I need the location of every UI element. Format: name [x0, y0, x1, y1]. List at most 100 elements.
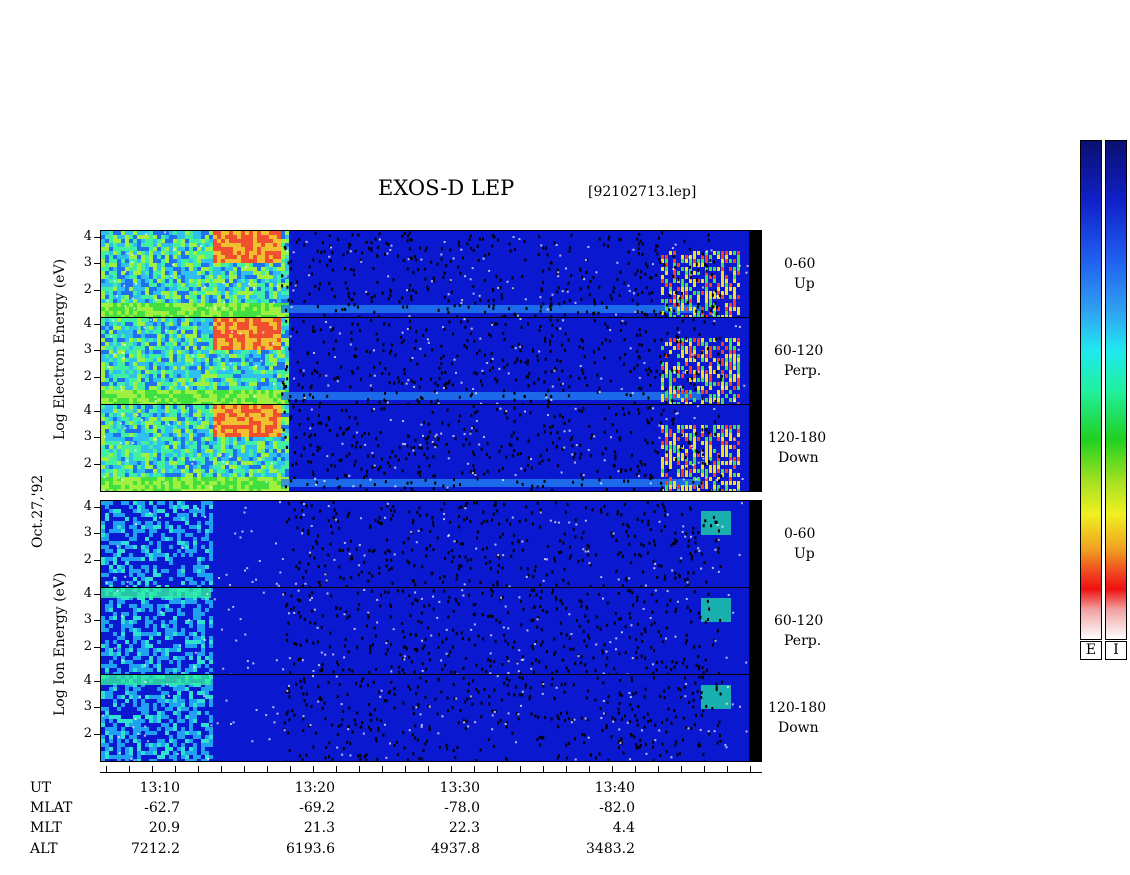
- row-label: MLAT: [30, 800, 73, 816]
- y-tick-label: 4: [83, 673, 92, 689]
- y-tick-label: 4: [83, 316, 92, 332]
- x-tick-mark: [520, 766, 521, 772]
- pitch-angle-direction: Down: [778, 720, 819, 736]
- pitch-angle-label: 0-60 Up: [784, 254, 815, 294]
- electron-colorbar: [1080, 140, 1102, 640]
- x-tick-mark: [658, 766, 659, 772]
- y-tick-mark: [94, 620, 100, 622]
- row-value: 4937.8: [431, 841, 480, 857]
- pitch-angle-direction: Up: [794, 546, 815, 562]
- colorbar-label-electron: E: [1080, 641, 1102, 660]
- pitch-angle-label: 60-120 Perp.: [774, 611, 823, 651]
- spectrogram-panel-ion-2: [100, 587, 762, 675]
- x-tick-mark: [198, 766, 199, 772]
- pitch-angle-direction: Perp.: [784, 363, 822, 379]
- y-tick-mark: [94, 681, 100, 683]
- row-label: UT: [30, 780, 52, 796]
- row-value: 4.4: [612, 820, 635, 836]
- y-tick-label: 4: [83, 229, 92, 245]
- row-value: -69.2: [299, 800, 335, 816]
- y-tick-mark: [94, 533, 100, 535]
- y-tick-mark: [94, 733, 100, 735]
- electron-axis-label: Log Electron Energy (eV): [52, 258, 68, 440]
- pitch-angle-range: 120-180: [768, 700, 827, 716]
- y-tick-label: 2: [83, 638, 92, 654]
- x-tick-mark: [612, 766, 613, 772]
- pitch-angle-direction: Up: [794, 276, 815, 292]
- chart-title: EXOS-D LEP: [378, 176, 515, 200]
- row-value: 13:10: [139, 780, 180, 796]
- row-label: MLT: [30, 820, 62, 836]
- spectrogram-panel-electron-1: [100, 230, 762, 318]
- x-axis-line: [100, 772, 762, 773]
- y-tick-mark: [94, 646, 100, 648]
- y-tick-mark: [94, 707, 100, 709]
- row-value: -82.0: [599, 800, 635, 816]
- x-tick-mark: [405, 766, 406, 772]
- pitch-angle-label: 120-180 Down: [768, 428, 826, 468]
- y-tick-mark: [94, 324, 100, 326]
- x-tick-mark: [175, 766, 176, 772]
- row-value: 7212.2: [131, 841, 180, 857]
- x-tick-mark: [313, 766, 314, 772]
- x-tick-mark: [152, 766, 153, 772]
- ion-colorbar: [1105, 140, 1127, 640]
- y-tick-label: 2: [83, 725, 92, 741]
- x-tick-mark: [359, 766, 360, 772]
- row-value: 13:30: [439, 780, 480, 796]
- x-tick-mark: [221, 766, 222, 772]
- y-tick-label: 2: [83, 455, 92, 471]
- y-tick-label: 4: [83, 499, 92, 515]
- file-name: [92102713.lep]: [588, 184, 697, 200]
- row-value: 6193.6: [286, 841, 335, 857]
- row-value: -78.0: [444, 800, 480, 816]
- colorbar-label-ion: I: [1105, 641, 1127, 660]
- x-tick-mark: [727, 766, 728, 772]
- y-tick-mark: [94, 263, 100, 265]
- x-tick-mark: [336, 766, 337, 772]
- row-value: 13:40: [594, 780, 635, 796]
- x-tick-mark: [589, 766, 590, 772]
- spectrogram-panel-electron-2: [100, 317, 762, 405]
- y-tick-label: 3: [83, 525, 92, 541]
- ion-axis-label: Log Ion Energy (eV): [52, 572, 68, 716]
- x-tick-mark: [428, 766, 429, 772]
- row-value: 21.3: [303, 820, 335, 836]
- y-tick-label: 3: [83, 699, 92, 715]
- y-tick-label: 2: [83, 551, 92, 567]
- pitch-angle-range: 0-60: [784, 526, 816, 542]
- spectrogram-panel-ion-3: [100, 674, 762, 762]
- y-tick-label: 4: [83, 403, 92, 419]
- row-value: -62.7: [144, 800, 180, 816]
- row-value: 22.3: [448, 820, 480, 836]
- x-tick-mark: [566, 766, 567, 772]
- x-tick-mark: [704, 766, 705, 772]
- x-tick-mark: [382, 766, 383, 772]
- y-tick-label: 3: [83, 342, 92, 358]
- x-tick-mark: [635, 766, 636, 772]
- y-tick-label: 4: [83, 586, 92, 602]
- spectrogram-panel-ion-1: [100, 500, 762, 588]
- y-tick-mark: [94, 507, 100, 509]
- row-label: ALT: [30, 841, 58, 857]
- y-tick-mark: [94, 376, 100, 378]
- date-label: Oct.27,'92: [30, 474, 46, 548]
- row-value: 13:20: [294, 780, 335, 796]
- x-tick-mark: [106, 766, 107, 772]
- row-value: 3483.2: [586, 841, 635, 857]
- x-tick-mark: [474, 766, 475, 772]
- y-tick-mark: [94, 350, 100, 352]
- y-tick-mark: [94, 559, 100, 561]
- pitch-angle-label: 120-180 Down: [768, 698, 826, 738]
- pitch-angle-label: 0-60 Up: [784, 524, 815, 564]
- pitch-angle-range: 0-60: [784, 256, 816, 272]
- pitch-angle-direction: Perp.: [784, 633, 822, 649]
- pitch-angle-range: 120-180: [768, 430, 827, 446]
- x-tick-mark: [244, 766, 245, 772]
- pitch-angle-label: 60-120 Perp.: [774, 341, 823, 381]
- row-value: 20.9: [148, 820, 180, 836]
- y-tick-mark: [94, 237, 100, 239]
- y-tick-label: 2: [83, 368, 92, 384]
- y-tick-label: 3: [83, 612, 92, 628]
- pitch-angle-direction: Down: [778, 450, 819, 466]
